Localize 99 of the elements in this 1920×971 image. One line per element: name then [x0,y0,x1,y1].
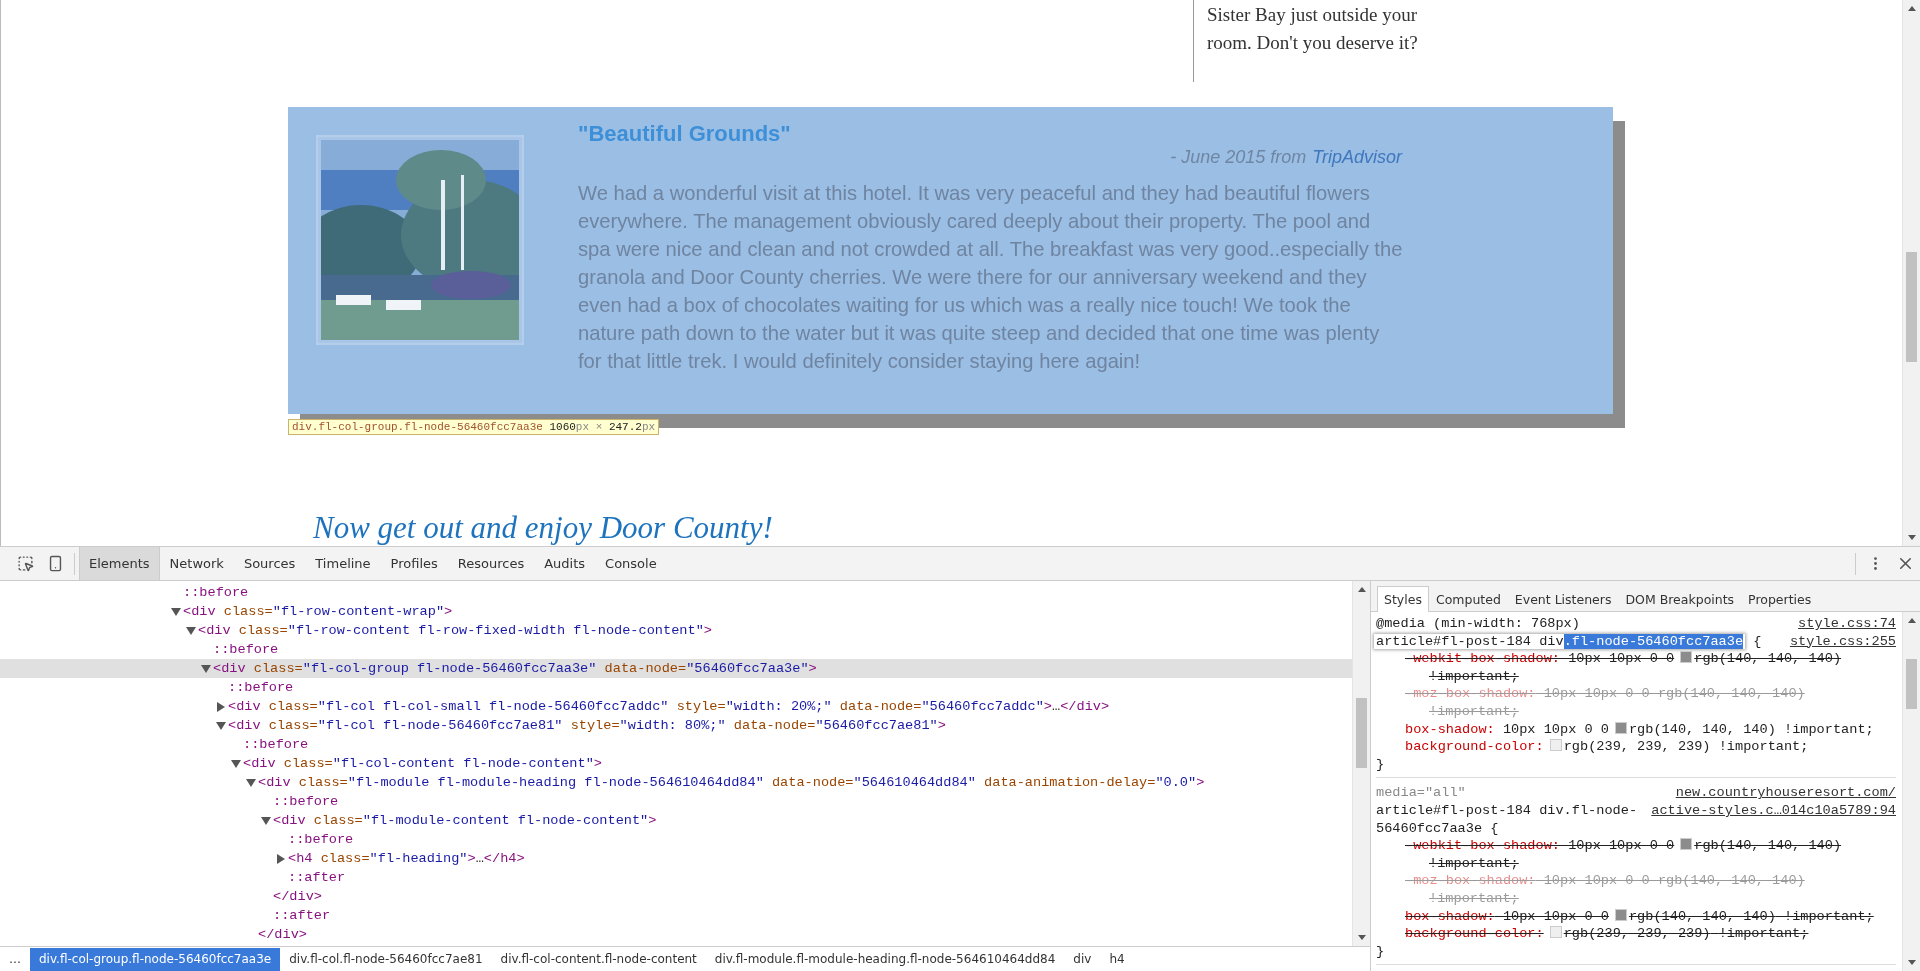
scroll-down-icon[interactable] [1907,535,1916,540]
panel-tab[interactable]: Resources [447,547,535,580]
breadcrumb[interactable]: h4 [1100,947,1134,971]
sidebar-tab[interactable]: Properties [1741,586,1819,612]
css-property[interactable]: -webkit-box-shadow: 10px 10px 0 0 rgb(140, 140, 140) !important; [1376,650,1896,686]
scroll-down-icon[interactable] [1907,960,1916,965]
scroll-up-icon[interactable] [1907,6,1916,11]
tree-row[interactable]: <div class="fl-col-group fl-node-56460fcc7aa3e" data-node="56460fcc7aa3e"> [0,659,1352,678]
code-line: <div class="fl-col-group fl-node-56460fcc7aa3e" data-node="56460fcc7aa3e"> [213,661,817,676]
css-property[interactable]: -webkit-box-shadow: 10px 10px 0 0 rgb(140, 140, 140) !important; [1376,837,1896,873]
code-line: <div class="fl-module fl-module-heading fl-node-564610464dd84" data-node="564610464dd84" data-animation-delay="0.0"> [258,775,1205,790]
tree-row[interactable]: <h4 class="fl-heading">…</h4> [0,849,1352,868]
breadcrumb[interactable]: div [1064,947,1101,971]
color-swatch[interactable] [1549,739,1562,752]
color-swatch[interactable] [1614,721,1627,734]
scroll-up-icon[interactable] [1357,587,1366,592]
color-swatch[interactable] [1680,838,1693,851]
expanded-triangle-icon[interactable] [201,663,211,674]
color-swatch[interactable] [1614,908,1627,921]
pseudo-element[interactable]: ::before [183,585,249,600]
panel-tab[interactable]: Profiles [380,547,448,580]
code-line: <div class="fl-row-content-wrap"> [183,604,453,619]
css-property[interactable]: background-color: rgb(239, 239, 239) !important; [1376,738,1896,756]
open-brace: { [1753,633,1762,649]
tree-row[interactable]: <div class="fl-row-content-wrap"> [0,602,1352,621]
review-title: "Beautiful Grounds" [578,121,791,147]
expanded-triangle-icon[interactable] [246,777,256,788]
rule-media: media="all" [1376,784,1466,802]
scroll-up-icon[interactable] [1907,618,1916,623]
tree-row[interactable]: <div class="fl-module-content fl-node-content"> [0,811,1352,830]
pseudo-element[interactable]: ::before [228,680,294,695]
expanded-triangle-icon[interactable] [216,720,226,731]
collapsed-triangle-icon[interactable] [216,701,226,712]
sidebar-tab[interactable]: Event Listeners [1507,586,1619,612]
panel-tab[interactable]: Network [159,547,234,580]
panel-tab[interactable]: Timeline [305,547,381,580]
breadcrumb[interactable]: div.fl-module.fl-module-heading.fl-node-564610464dd84 [705,947,1065,971]
pseudo-element[interactable]: ::before [273,794,339,809]
section-heading: Now get out and enjoy Door County! [313,510,774,546]
expanded-triangle-icon[interactable] [231,758,241,769]
tree-row[interactable]: <div class="fl-module fl-module-heading fl-node-564610464dd84" data-node="564610464dd84" data-animation-delay="0.0"> [0,773,1352,792]
css-property[interactable]: box-shadow: 10px 10px 0 0 rgb(140, 140, 140) !important; [1376,907,1896,926]
tree-row[interactable]: <div class="fl-col-content fl-node-content"> [0,754,1352,773]
panel-tab[interactable]: Console [595,547,667,580]
breadcrumb[interactable]: … [0,947,30,971]
breadcrumb[interactable]: div.fl-col-content.fl-node-content [491,947,706,971]
scrollbar[interactable] [1902,612,1920,971]
scroll-thumb[interactable] [1905,252,1918,362]
breadcrumb[interactable]: div.fl-col-group.fl-node-56460fcc7aa3e [30,947,281,971]
source-link[interactable]: new.countryhouseresort.com/ [1675,784,1896,802]
pseudo-element[interactable]: ::before [243,737,309,752]
code-line: <div class="fl-col fl-col-small fl-node-56460fcc7addc" style="width: 20%;" data-node="56460fcc7addc">…</div> [228,699,1110,714]
color-swatch[interactable] [1549,926,1562,939]
close-brace: } [1376,943,1385,959]
review-text: We had a wonderful visit at this hotel. It was very peaceful and they had beautiful flowers everywhere. The management obviously cared deeply about their property. The pool and spa were nice and clean and not crowded at all. The breakfast was very good..especially the granola and Door County cherries. We were there for our anniversary weekend and they even had a box of chocolates waiting for us which was a really nice touch! We took the nature path down to the water but it was quite steep and decided that one time was plenty for that little trek. I would definitely consider staying here again! [578,181,1404,374]
tree-row[interactable]: <div class="fl-col fl-col-small fl-node-56460fcc7addc" style="width: 20%;" data-node="56460fcc7addc">…</div> [0,697,1352,716]
intro-text: Sister Bay just outside your [1207,3,1419,27]
tree-row[interactable]: <div class="fl-row-content fl-row-fixed-width fl-node-content"> [0,621,1352,640]
intro-text: room. Don't you deserve it? [1207,31,1419,55]
css-property[interactable]: box-shadow: 10px 10px 0 0 rgb(140, 140, 140) !important; [1376,720,1896,739]
sidebar-tab[interactable]: Computed [1428,586,1508,612]
code-line: <div class="fl-col fl-node-56460fcc7ae81" style="width: 80%;" data-node="56460fcc7ae81"> [228,718,946,733]
inspect-tooltip: div.fl-col-group.fl-node-56460fcc7aa3e 1060px × 247.2px [288,419,660,435]
source-link[interactable]: active-styles.c…014c10a5789:94 [1651,801,1896,838]
panel-tab[interactable]: Sources [233,547,306,580]
code-line: <h4 class="fl-heading">…</h4> [288,851,525,866]
css-property[interactable]: background-color: rgb(239, 239, 239) !important; [1376,925,1896,943]
code-line: <div class="fl-row-content fl-row-fixed-width fl-node-content"> [198,623,712,638]
scrollbar[interactable] [1352,581,1370,946]
close-brace: } [1376,756,1385,772]
pseudo-element[interactable]: ::after [288,870,346,885]
source-link[interactable]: style.css:255 [1789,632,1896,651]
panel-tab[interactable]: Elements [79,547,160,580]
review-date: - June 2015 from [1170,146,1307,169]
code-line: </div> [258,927,307,942]
expanded-triangle-icon[interactable] [261,815,271,826]
scroll-thumb[interactable] [1355,698,1368,768]
scroll-thumb[interactable] [1905,659,1918,709]
scrollbar[interactable] [1902,0,1920,546]
selector-field[interactable]: article#fl-post-184 div.fl-node-56460fcc7aa3e [1374,633,1746,649]
expanded-triangle-icon[interactable] [186,625,196,636]
rule-media: @media (min-width: 768px) [1376,615,1580,633]
breadcrumb[interactable]: div.fl-col.fl-node-56460fcc7ae81 [280,947,492,971]
sidebar-tab[interactable]: DOM Breakpoints [1618,586,1742,612]
collapsed-triangle-icon[interactable] [276,853,286,864]
sidebar-tab[interactable]: Styles [1377,586,1429,612]
code-line: <div class="fl-col-content fl-node-content"> [243,756,602,771]
source-link[interactable]: style.css:74 [1798,615,1896,633]
expanded-triangle-icon[interactable] [171,606,181,617]
panel-tab[interactable]: Audits [534,547,596,580]
code-line: </div> [273,889,322,904]
scroll-down-icon[interactable] [1357,935,1366,940]
color-swatch[interactable] [1680,651,1693,664]
pseudo-element[interactable]: ::after [273,908,331,923]
tree-row[interactable]: <div class="fl-col fl-node-56460fcc7ae81" style="width: 80%;" data-node="56460fcc7ae81"> [0,716,1352,735]
code-line: <div class="fl-module-content fl-node-content"> [273,813,657,828]
pseudo-element[interactable]: ::before [288,832,354,847]
pseudo-element[interactable]: ::before [213,642,279,657]
rule-selector: article#fl-post-184 div.fl-node-56460fcc7aa3e { [1376,802,1638,836]
